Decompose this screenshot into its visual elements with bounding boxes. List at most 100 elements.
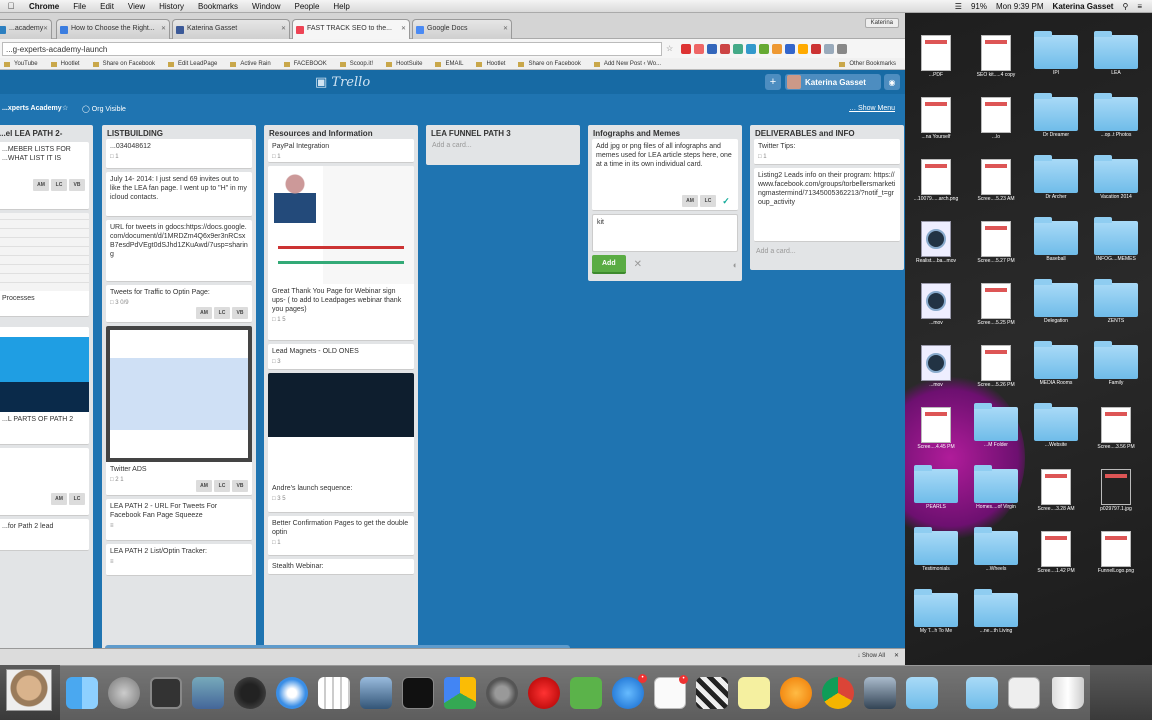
url-input[interactable]: ...g-experts-academy-launch (2, 41, 662, 56)
extension-icon[interactable] (681, 43, 692, 54)
desktop-folder[interactable]: Vacation 2014 (1087, 155, 1145, 200)
add-card-button[interactable]: Add (592, 255, 626, 274)
card[interactable]: ...034048612 □ 1 (106, 139, 252, 169)
desktop-folder[interactable]: ZENTS (1087, 279, 1145, 324)
member-avatar[interactable]: LC (51, 179, 67, 191)
desktop-file[interactable]: ...lo (967, 97, 1025, 140)
dock-thumbnail[interactable] (6, 669, 52, 711)
list-title[interactable]: Infographs and Memes (588, 125, 742, 139)
desktop-file[interactable]: Scree....5.26 PM (967, 345, 1025, 388)
list-title[interactable]: LISTBUILDING (102, 125, 256, 139)
member-avatar[interactable]: LC (69, 493, 85, 505)
card[interactable]: Lead Magnets - OLD ONES □ 3 (268, 344, 414, 370)
desktop-file[interactable]: Scree....3.56 PM (1087, 407, 1145, 450)
extension-icon[interactable] (759, 43, 770, 54)
card[interactable]: ...MEBER LISTS FOR ...WHAT LIST IT IS AM… (0, 142, 89, 210)
card-composer-textarea[interactable]: kit (592, 214, 738, 252)
list-icon[interactable]: ≡ (1137, 2, 1142, 11)
close-icon[interactable]: ✕ (894, 652, 899, 659)
ibooks-icon[interactable] (780, 677, 812, 709)
extension-icon[interactable] (772, 43, 783, 54)
safari-icon[interactable] (276, 677, 308, 709)
member-avatar[interactable]: VB (69, 179, 85, 191)
bookmark-item[interactable]: YouTube (4, 61, 43, 67)
chrome-icon[interactable] (822, 677, 854, 709)
desktop-folder[interactable]: Dr Dreamer (1027, 93, 1085, 138)
card[interactable]: Listing2 Leads info on their program: ht… (754, 168, 900, 242)
tab-4[interactable]: FAST TRACK SEO to the... ✕ (292, 19, 410, 39)
launchpad-icon[interactable] (108, 677, 140, 709)
extension-icon[interactable] (798, 43, 809, 54)
extension-icon[interactable] (720, 43, 731, 54)
card[interactable]: LEA PATH 2 List/Optin Tracker: ≡ (106, 544, 252, 576)
mission-control-icon[interactable] (150, 677, 182, 709)
member-avatar[interactable]: LC (700, 195, 716, 207)
desktop-file[interactable]: ...mov (907, 345, 965, 388)
battery-indicator[interactable]: 91% (971, 2, 987, 11)
desktop-file[interactable]: Scree....5.23 AM (967, 159, 1025, 202)
desktop-folder[interactable]: IPI (1027, 31, 1085, 76)
add-icon[interactable]: + (765, 74, 781, 90)
menu-help[interactable]: Help (326, 2, 356, 11)
list-title[interactable]: DELIVERABLES and INFO (750, 125, 904, 139)
star-icon[interactable]: ☆ (666, 44, 673, 53)
extension-icon[interactable] (733, 43, 744, 54)
stickies-icon[interactable] (738, 677, 770, 709)
folder-icon[interactable] (906, 677, 938, 709)
show-all-button[interactable]: ↓ Show All (857, 653, 885, 659)
tab-1[interactable]: ...academy ✕ (0, 19, 52, 39)
desktop-file[interactable]: Scree....5.25 PM (967, 283, 1025, 326)
card[interactable]: URL for tweets in gdocs:https://docs.goo… (106, 220, 252, 282)
dashboard-icon[interactable] (234, 677, 266, 709)
card[interactable]: AM LC (0, 448, 89, 516)
menubar-user[interactable]: Katerina Gasset (1053, 2, 1114, 11)
member-avatar[interactable]: AM (682, 195, 698, 207)
desktop-file[interactable]: ...na Yourself (907, 97, 965, 140)
menu-people[interactable]: People (287, 2, 326, 11)
desktop-file[interactable]: Realist....ba...mov (907, 221, 965, 264)
close-icon[interactable]: ✕ (281, 25, 286, 32)
apple-icon[interactable]:  (0, 1, 22, 11)
board-name[interactable]: ...xperts Academy (2, 105, 62, 112)
member-avatar[interactable]: LC (214, 480, 230, 492)
menu-file[interactable]: File (66, 2, 93, 11)
menubar-clock[interactable]: Mon 9:39 PM (996, 2, 1044, 11)
list-title[interactable]: ...el LEA PATH 2- (0, 125, 93, 139)
options-icon[interactable]: ◐ (733, 260, 738, 270)
profile-button[interactable]: Katerina (864, 18, 899, 28)
extension-icon[interactable] (707, 43, 718, 54)
menu-app[interactable]: Chrome (22, 2, 66, 11)
star-icon[interactable]: ☆ (62, 104, 68, 112)
card[interactable]: ...for Path 2 lead (0, 519, 89, 551)
bookmark-item[interactable]: HootSuite (386, 61, 427, 67)
card[interactable]: Andre's launch sequence: □ 3 5 (268, 373, 414, 513)
close-icon[interactable]: ✕ (503, 25, 508, 32)
card[interactable]: Add jpg or png files of all infographs a… (592, 139, 738, 211)
user-menu-button[interactable]: Katerina Gasset (785, 74, 881, 90)
list-title[interactable]: LEA FUNNEL PATH 3 (426, 125, 580, 139)
desktop-folder[interactable]: Family (1087, 341, 1145, 386)
bookmark-item[interactable]: Share on Facebook (92, 61, 160, 67)
member-avatar[interactable]: VB (232, 480, 248, 492)
bookmark-item[interactable]: Share on Facebook (518, 61, 585, 67)
desktop-folder[interactable]: MEDIA Rooms (1027, 341, 1085, 386)
member-avatar[interactable]: LC (214, 307, 230, 319)
bookmark-item[interactable]: Hootlet (476, 61, 510, 67)
wifi-icon[interactable]: ☰ (955, 2, 962, 11)
desktop-folder[interactable]: ...Wheels (967, 527, 1025, 572)
menu-history[interactable]: History (152, 2, 191, 11)
search-icon[interactable]: ⚲ (1122, 2, 1128, 11)
tab-5[interactable]: Google Docs ✕ (412, 19, 512, 39)
tab-2[interactable]: How to Choose the Right... ✕ (56, 19, 170, 39)
close-icon[interactable]: ✕ (401, 25, 406, 32)
extension-icon[interactable] (694, 43, 705, 54)
applications-folder-icon[interactable] (966, 677, 998, 709)
google-drive-icon[interactable] (444, 677, 476, 709)
add-card-link[interactable]: Add a card... (426, 139, 580, 152)
extension-icon[interactable] (837, 43, 848, 54)
menu-view[interactable]: View (121, 2, 152, 11)
desktop-file[interactable]: Scree....1.42 PM (1027, 531, 1085, 574)
trash-icon[interactable] (1052, 677, 1084, 709)
close-icon[interactable]: ✕ (161, 25, 166, 32)
desktop-file[interactable]: Scree....5.27 PM (967, 221, 1025, 264)
